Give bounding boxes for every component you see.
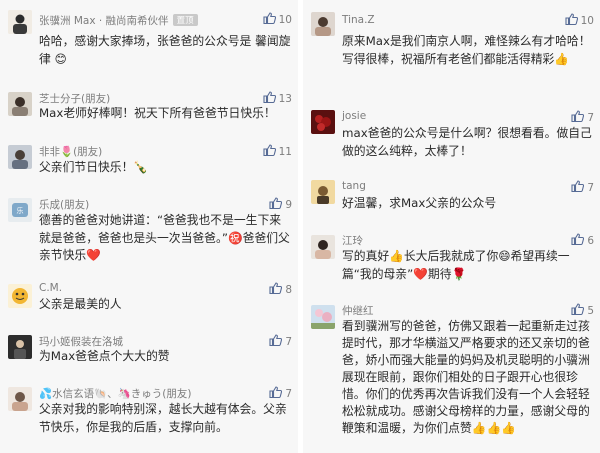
comment-list-left: 张骥洲 Max · 融尚南希伙伴 置顶 10 哈哈，感谢大家捧场，张爸爸的公众号是… (0, 0, 298, 453)
comment-list-right: Tina.Z 10 原来Max是我们南京人啊，难怪辣么有才哈哈！写得很棒，祝福所… (303, 0, 600, 453)
like-button[interactable]: 9 (269, 197, 292, 212)
avatar[interactable] (311, 235, 335, 259)
avatar[interactable] (311, 305, 335, 329)
like-button[interactable]: 7 (571, 180, 594, 195)
like-count: 6 (587, 234, 594, 247)
like-count: 10 (580, 14, 594, 27)
thumbs-up-icon (571, 110, 587, 125)
like-button[interactable]: 7 (571, 110, 594, 125)
comment-author[interactable]: 仲继红 (342, 303, 374, 318)
avatar[interactable] (311, 110, 335, 134)
comment-text: 好温馨，求Max父亲的公众号 (342, 196, 497, 210)
avatar[interactable] (8, 10, 32, 34)
avatar[interactable] (8, 335, 32, 359)
comment-author[interactable]: josie (342, 110, 366, 122)
like-button[interactable]: 10 (565, 13, 594, 28)
comment-text: 看到骥洲写的爸爸，仿佛又跟着一起重新走过孩提时代，那才华横溢又严格要求的还又亲切… (342, 319, 590, 435)
comment-author[interactable]: Tina.Z (342, 14, 375, 26)
thumbs-up-icon (565, 13, 581, 28)
like-button[interactable]: 7 (269, 334, 292, 349)
avatar[interactable] (8, 387, 32, 411)
comment-author[interactable]: tang (342, 180, 366, 192)
thumbs-up-icon (263, 12, 279, 27)
comment-text: 父亲对我的影响特别深，越长大越有体会。父亲节快乐，你是我的后盾，支撑向前。 (39, 402, 287, 434)
like-count: 13 (278, 92, 292, 105)
comment-author[interactable]: C.M. (39, 282, 62, 294)
comment-author[interactable]: 乐成(朋友) (39, 197, 89, 212)
like-count: 5 (587, 304, 594, 317)
svg-text:乐: 乐 (17, 206, 24, 215)
like-button[interactable]: 13 (263, 91, 292, 106)
thumbs-up-icon (571, 303, 587, 318)
like-count: 8 (285, 283, 292, 296)
like-button[interactable]: 7 (269, 386, 292, 401)
thumbs-up-icon (571, 233, 587, 248)
thumbs-up-icon (263, 91, 279, 106)
avatar[interactable]: 乐 (8, 198, 32, 222)
like-count: 7 (587, 181, 594, 194)
like-count: 11 (278, 145, 292, 158)
comment-text: 父亲是最美的人 (39, 297, 122, 311)
comment-text: max爸爸的公众号是什么啊？很想看看。做自己做的这么纯粹，太棒了！ (342, 126, 592, 158)
like-button[interactable]: 10 (263, 12, 292, 27)
comment-author[interactable]: 江玲 (342, 233, 363, 248)
like-button[interactable]: 8 (269, 282, 292, 297)
avatar[interactable] (8, 145, 32, 169)
comment-author[interactable]: 非非🌷(朋友) (39, 144, 102, 159)
thumbs-up-icon (263, 144, 279, 159)
comment-author[interactable]: 芝士分子(朋友) (39, 91, 110, 106)
like-count: 10 (278, 13, 292, 26)
thumbs-up-icon (269, 282, 285, 297)
comment-author[interactable]: 张骥洲 Max · 融尚南希伙伴 置顶 (39, 13, 198, 28)
comment-text: 哈哈，感谢大家捧场，张爸爸的公众号是 馨闻旋律 😊 (39, 34, 291, 66)
avatar[interactable] (8, 284, 32, 308)
comment-text: 写的真好👍长大后我就成了你😄希望再续一篇“我的母亲”❤️期待🌹 (342, 249, 570, 281)
comment-text: 父亲们节日快乐！🍾 (39, 160, 149, 174)
thumbs-up-icon (269, 334, 285, 349)
like-button[interactable]: 11 (263, 144, 292, 159)
avatar[interactable] (311, 12, 335, 36)
like-count: 7 (285, 387, 292, 400)
avatar[interactable] (311, 180, 335, 204)
thumbs-up-icon (571, 180, 587, 195)
comment-text: 德善的爸爸对她讲道：“爸爸我也不是一生下来就是爸爸，爸爸也是头一次当爸爸。”㊗️… (39, 213, 290, 262)
comment-text: Max老师好棒啊！祝天下所有爸爸节日快乐！ (39, 106, 276, 120)
comment-author[interactable]: 玛小姬假装在洛城 (39, 334, 123, 349)
like-count: 7 (587, 111, 594, 124)
like-button[interactable]: 6 (571, 233, 594, 248)
like-count: 9 (285, 198, 292, 211)
comment-text: 原来Max是我们南京人啊，难怪辣么有才哈哈！写得很棒，祝福所有老爸们都能活得精彩… (342, 34, 591, 66)
pinned-badge: 置顶 (172, 14, 198, 26)
avatar[interactable] (8, 92, 32, 116)
comment-author[interactable]: 💦水信玄语🐚、🦄きゅう(朋友) (39, 386, 191, 401)
like-button[interactable]: 5 (571, 303, 594, 318)
thumbs-up-icon (269, 197, 285, 212)
comment-text: 为Max爸爸点个大大的赞 (39, 349, 170, 363)
like-count: 7 (285, 335, 292, 348)
thumbs-up-icon (269, 386, 285, 401)
